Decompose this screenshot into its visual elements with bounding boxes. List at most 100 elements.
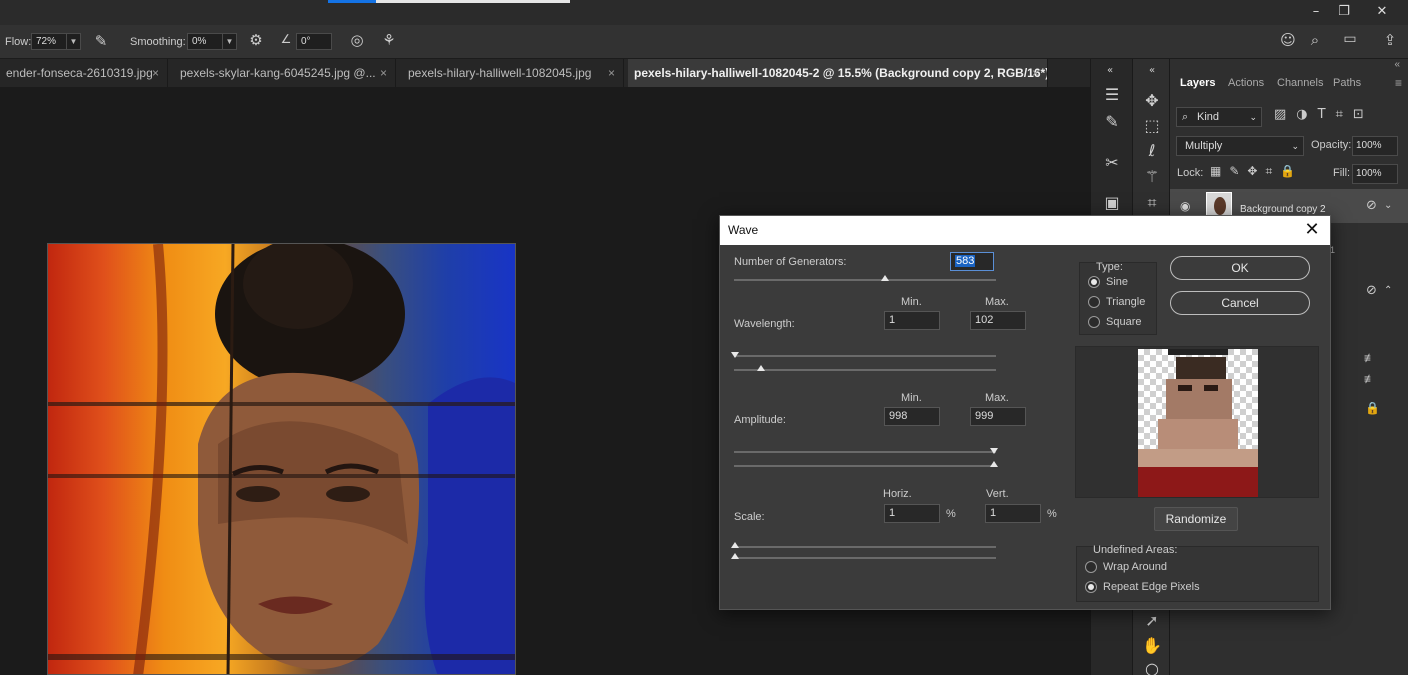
opacity-input[interactable]: 100% xyxy=(1352,136,1398,156)
minimize-icon[interactable]: – xyxy=(1304,2,1328,22)
type-sine-radio[interactable] xyxy=(1088,276,1100,288)
crop-tool-icon[interactable]: ⌗ xyxy=(1133,191,1171,215)
slider-thumb[interactable] xyxy=(757,365,765,371)
collapse-icon[interactable]: « xyxy=(1091,59,1129,83)
restore-icon[interactable]: ❐ xyxy=(1332,2,1356,22)
amplitude-min-slider[interactable] xyxy=(734,451,996,453)
amplitude-min-input[interactable]: 998 xyxy=(884,407,940,426)
brush-settings-icon[interactable]: ✎ xyxy=(1093,110,1131,134)
document-image[interactable] xyxy=(47,243,516,675)
lasso-tool-icon[interactable]: ℓ xyxy=(1133,139,1171,163)
collapse-icon[interactable]: « xyxy=(1394,59,1400,70)
generators-slider[interactable] xyxy=(734,279,996,281)
hand-tool-icon[interactable]: ✋ xyxy=(1133,634,1171,658)
share-icon[interactable]: ⇪ xyxy=(1380,31,1400,51)
search-icon[interactable]: ⌕ xyxy=(1305,31,1325,51)
type-square-radio[interactable] xyxy=(1088,316,1100,328)
type-triangle-radio[interactable] xyxy=(1088,296,1100,308)
wave-preview[interactable] xyxy=(1075,346,1319,498)
tab-actions[interactable]: Actions xyxy=(1228,69,1264,97)
repeat-edge-pixels-radio[interactable] xyxy=(1085,581,1097,593)
filter-options-icon[interactable]: ≢ xyxy=(1364,372,1376,386)
swatches-icon[interactable]: ✂ xyxy=(1093,151,1131,175)
slider-thumb[interactable] xyxy=(731,352,739,358)
tab-paths[interactable]: Paths xyxy=(1333,69,1361,97)
doc-tab[interactable]: ender-fonseca-2610319.jpg × xyxy=(0,59,168,87)
scale-horiz-input[interactable]: 1 xyxy=(884,504,940,523)
marquee-tool-icon[interactable]: ⬚ xyxy=(1133,114,1171,138)
wrap-around-label[interactable]: Wrap Around xyxy=(1103,561,1167,573)
layer-name[interactable]: Background copy 2 xyxy=(1240,204,1326,215)
document-tabs: ender-fonseca-2610319.jpg × pexels-skyla… xyxy=(0,59,1090,87)
move-tool-icon[interactable]: ✥ xyxy=(1133,89,1171,113)
slider-thumb[interactable] xyxy=(990,448,998,454)
blend-mode-value: Multiply xyxy=(1185,140,1223,152)
collapse-icon[interactable]: « xyxy=(1133,59,1171,83)
randomize-button[interactable]: Randomize xyxy=(1154,507,1238,531)
close-icon[interactable]: ✕ xyxy=(1302,220,1322,240)
panel-menu-icon[interactable]: ≡ xyxy=(1395,76,1402,90)
chevron-down-icon[interactable]: ⌄ xyxy=(1384,200,1392,211)
magic-wand-icon[interactable]: ⚚ xyxy=(1133,165,1171,189)
cancel-button[interactable]: Cancel xyxy=(1170,291,1310,315)
wavelength-min-input[interactable]: 1 xyxy=(884,311,940,330)
adjustments-icon[interactable]: ☰ xyxy=(1093,83,1131,107)
kind-value: Kind xyxy=(1197,111,1220,123)
doc-tab[interactable]: pexels-skylar-kang-6045245.jpg @... × xyxy=(174,59,396,87)
fill-input[interactable]: 100% xyxy=(1352,164,1398,184)
doc-tab-active[interactable]: pexels-hilary-halliwell-1082045-2 @ 15.5… xyxy=(628,59,1048,87)
airbrush-icon[interactable]: ✎ xyxy=(90,32,112,52)
doc-tab[interactable]: pexels-hilary-halliwell-1082045.jpg × xyxy=(402,59,624,87)
ok-button[interactable]: OK xyxy=(1170,256,1310,280)
slider-thumb[interactable] xyxy=(990,461,998,467)
pressure-icon[interactable]: ◎ xyxy=(346,31,368,51)
lock-icons[interactable]: ▦✎✥⌗🔒 xyxy=(1210,164,1303,179)
scale-vert-input[interactable]: 1 xyxy=(985,504,1041,523)
close-icon[interactable]: × xyxy=(1032,59,1039,87)
slider-thumb[interactable] xyxy=(881,275,889,281)
eye-icon[interactable]: ◉ xyxy=(1180,199,1190,213)
close-icon[interactable]: × xyxy=(380,59,387,87)
amplitude-max-input[interactable]: 999 xyxy=(970,407,1026,426)
filter-options-icon[interactable]: ≢ xyxy=(1364,351,1376,365)
wavelength-min-slider[interactable] xyxy=(734,355,996,357)
chevron-up-icon[interactable]: ⌃ xyxy=(1384,285,1392,296)
type-sine-label[interactable]: Sine xyxy=(1106,276,1128,288)
wrap-around-radio[interactable] xyxy=(1085,561,1097,573)
wavelength-max-slider[interactable] xyxy=(734,369,996,371)
account-icon[interactable]: ☺ xyxy=(1278,31,1298,51)
fill-label: Fill: xyxy=(1333,167,1351,179)
gear-icon[interactable]: ⚙ xyxy=(246,31,266,51)
generators-input[interactable]: 583 xyxy=(950,252,994,271)
title-accent xyxy=(328,0,376,3)
slider-thumb[interactable] xyxy=(731,553,739,559)
amplitude-max-slider[interactable] xyxy=(734,465,996,467)
smoothing-dropdown[interactable]: 0% ▼ xyxy=(187,33,237,50)
filter-icons[interactable]: ▨◑T⌗⊡ xyxy=(1274,107,1374,122)
tab-layers[interactable]: Layers xyxy=(1180,69,1215,97)
smart-filter-icon[interactable]: ⊘ xyxy=(1366,283,1377,298)
smart-filter-icon[interactable]: ⊘ xyxy=(1366,198,1377,213)
angle-input[interactable]: 0° xyxy=(296,33,332,50)
close-icon[interactable]: × xyxy=(152,59,159,87)
scale-vert-slider[interactable] xyxy=(734,557,996,559)
symmetry-icon[interactable]: ⚘ xyxy=(378,31,400,51)
close-icon[interactable]: × xyxy=(608,59,615,87)
type-square-label[interactable]: Square xyxy=(1106,316,1141,328)
pointer-tool-icon[interactable]: ➚ xyxy=(1133,609,1171,633)
gradient-icon[interactable]: ▣ xyxy=(1093,191,1131,215)
workspace-icon[interactable]: ▭ xyxy=(1336,31,1364,51)
type-triangle-label[interactable]: Triangle xyxy=(1106,296,1145,308)
min-label: Min. xyxy=(901,392,922,404)
close-window-icon[interactable]: ✕ xyxy=(1370,2,1394,22)
scale-horiz-slider[interactable] xyxy=(734,546,996,548)
type-label: Type: xyxy=(1096,261,1123,273)
repeat-edge-pixels-label[interactable]: Repeat Edge Pixels xyxy=(1103,581,1200,593)
wavelength-max-input[interactable]: 102 xyxy=(970,311,1026,330)
flow-dropdown[interactable]: 72% ▼ xyxy=(31,33,81,50)
filter-kind-dropdown[interactable]: ⌕ Kind ⌄ xyxy=(1176,107,1262,127)
blend-mode-dropdown[interactable]: Multiply ⌄ xyxy=(1176,136,1304,156)
tab-channels[interactable]: Channels xyxy=(1277,69,1323,97)
zoom-tool-icon[interactable]: ○ xyxy=(1133,657,1171,675)
slider-thumb[interactable] xyxy=(731,542,739,548)
